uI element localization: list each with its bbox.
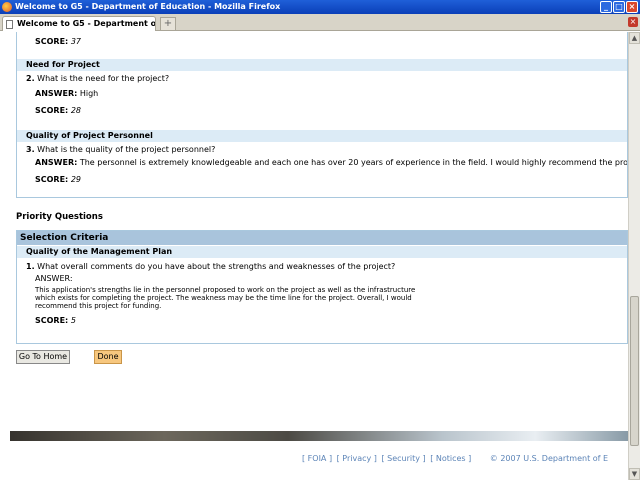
- footer-links: [ FOIA ] [ Privacy ] [ Security ] [ Noti…: [302, 454, 610, 463]
- security-link[interactable]: [ Security ]: [381, 454, 425, 463]
- tab-bar: Welcome to G5 - Department of Edu... + ×: [0, 14, 640, 31]
- minimize-icon[interactable]: _: [600, 1, 612, 13]
- score-label: SCORE:: [35, 316, 69, 325]
- score-value: 28: [70, 106, 81, 115]
- question-number: 2.: [26, 74, 35, 83]
- answer-label: ANSWER:: [35, 158, 78, 167]
- close-tab-icon[interactable]: ×: [628, 17, 638, 27]
- question-number: 3.: [26, 145, 35, 154]
- top-score: SCORE: 37: [35, 37, 81, 46]
- foia-link[interactable]: [ FOIA ]: [302, 454, 332, 463]
- firefox-icon: [2, 2, 12, 12]
- maximize-icon[interactable]: □: [613, 1, 625, 13]
- question-management: 1. What overall comments do you have abo…: [26, 262, 395, 271]
- window-controls: _ □ ×: [600, 1, 638, 13]
- vertical-scrollbar[interactable]: ▲ ▼: [628, 32, 640, 480]
- answer-label: ANSWER:: [35, 274, 73, 283]
- score-value: 37: [70, 37, 81, 46]
- copyright-text: © 2007 U.S. Department of E: [489, 454, 609, 463]
- go-to-home-button[interactable]: Go To Home: [16, 350, 70, 364]
- answer-line: This application's strengths lie in the …: [35, 286, 416, 294]
- scroll-down-icon[interactable]: ▼: [629, 468, 640, 480]
- question-number: 1.: [26, 262, 35, 271]
- page-icon: [6, 20, 13, 29]
- answer-text: High: [79, 89, 99, 98]
- footer-banner: [10, 431, 628, 441]
- score-management: SCORE: 5: [35, 316, 76, 325]
- score-value: 29: [70, 175, 81, 184]
- priority-panel: Selection Criteria Quality of the Manage…: [16, 230, 628, 344]
- section-header-personnel: Quality of Project Personnel: [17, 130, 627, 142]
- score-label: SCORE:: [35, 175, 69, 184]
- priority-questions-title: Priority Questions: [16, 212, 103, 222]
- answer-need: ANSWER: High: [35, 89, 98, 98]
- answer-label: ANSWER:: [35, 89, 78, 98]
- answer-line: which exists for completing the project.…: [35, 294, 412, 302]
- selection-criteria-header: Selection Criteria: [17, 231, 627, 245]
- score-label: SCORE:: [35, 37, 69, 46]
- privacy-link[interactable]: [ Privacy ]: [337, 454, 377, 463]
- question-need: 2. What is the need for the project?: [26, 74, 169, 83]
- close-icon[interactable]: ×: [626, 1, 638, 13]
- page-viewport: SCORE: 37 Need for Project 2. What is th…: [0, 32, 628, 480]
- new-tab-button[interactable]: +: [160, 17, 176, 30]
- answer-personnel: ANSWER: The personnel is extremely knowl…: [35, 158, 627, 167]
- score-need: SCORE: 28: [35, 106, 81, 115]
- section-header-need: Need for Project: [17, 59, 627, 71]
- done-button[interactable]: Done: [94, 350, 122, 364]
- score-label: SCORE:: [35, 106, 69, 115]
- window-title: Welcome to G5 - Department of Education …: [15, 2, 281, 11]
- question-personnel: 3. What is the quality of the project pe…: [26, 145, 215, 154]
- score-value: 5: [70, 316, 76, 325]
- answer-line: recommend this project for funding.: [35, 302, 162, 310]
- answer-text: The personnel is extremely knowledgeable…: [79, 158, 627, 167]
- scroll-up-icon[interactable]: ▲: [629, 32, 640, 44]
- tab-welcome-g5[interactable]: Welcome to G5 - Department of Edu...: [2, 16, 156, 31]
- question-text: What is the quality of the project perso…: [37, 145, 216, 154]
- notices-link[interactable]: [ Notices ]: [430, 454, 471, 463]
- scrollbar-thumb[interactable]: [630, 296, 639, 446]
- question-text: What is the need for the project?: [37, 74, 170, 83]
- window-titlebar: Welcome to G5 - Department of Education …: [0, 0, 640, 14]
- tab-label: Welcome to G5 - Department of Edu...: [17, 19, 156, 28]
- review-panel: SCORE: 37 Need for Project 2. What is th…: [16, 32, 628, 198]
- score-personnel: SCORE: 29: [35, 175, 81, 184]
- section-header-management: Quality of the Management Plan: [17, 246, 627, 258]
- question-text: What overall comments do you have about …: [37, 262, 396, 271]
